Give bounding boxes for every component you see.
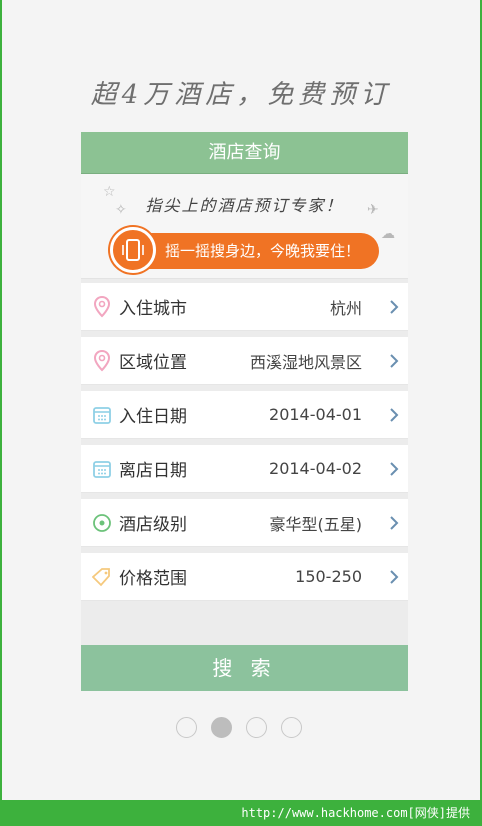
- chevron-right-icon: [380, 299, 408, 315]
- field-row-hotel-level[interactable]: 酒店级别 豪华型(五星): [81, 499, 408, 547]
- calendar-icon: [85, 459, 119, 479]
- tagline: 指尖上的酒店预订专家！: [145, 196, 344, 215]
- field-row-checkout-date[interactable]: 离店日期 2014-04-02: [81, 445, 408, 493]
- field-label: 入住城市: [119, 299, 187, 319]
- cloud-doodle-icon: ☁: [381, 226, 395, 242]
- field-row-area[interactable]: 区域位置 西溪湿地风景区: [81, 337, 408, 385]
- shake-banner: ☆ ✧ ✈ ☁ 指尖上的酒店预订专家！ 摇一摇搜身边，今晚我要住！: [81, 174, 408, 279]
- shake-search-label: 摇一摇搜身边，今晚我要住！: [165, 242, 361, 260]
- chevron-right-icon: [380, 515, 408, 531]
- field-label: 价格范围: [119, 569, 187, 589]
- field-value: 2014-04-01: [269, 405, 362, 424]
- field-row-price-range[interactable]: 价格范围 150-250: [81, 553, 408, 601]
- field-row-checkin-date[interactable]: 入住日期 2014-04-01: [81, 391, 408, 439]
- location-pin-icon: [85, 349, 119, 372]
- chevron-right-icon: [380, 569, 408, 585]
- field-value: 西溪湿地风景区: [249, 352, 362, 372]
- page-indicator: [176, 717, 302, 738]
- field-value: 豪华型(五星): [269, 514, 363, 534]
- field-value: 杭州: [329, 298, 362, 318]
- chevron-right-icon: [380, 353, 408, 369]
- watermark-footer: http://www.hackhome.com[网侠]提供: [0, 800, 482, 826]
- calendar-icon: [85, 405, 119, 425]
- hotel-search-card: 酒店查询 ☆ ✧ ✈ ☁ 指尖上的酒店预订专家！ 摇一摇搜身边，今晚我要住！ 入…: [81, 132, 408, 690]
- field-label: 离店日期: [119, 461, 187, 481]
- chevron-right-icon: [380, 407, 408, 423]
- page-dot[interactable]: [281, 717, 302, 738]
- field-value: 150-250: [295, 567, 362, 586]
- price-tag-icon: [85, 567, 119, 587]
- chevron-right-icon: [380, 461, 408, 477]
- page-dot-active[interactable]: [211, 717, 232, 738]
- search-button[interactable]: 搜 索: [81, 645, 408, 691]
- field-label: 酒店级别: [119, 515, 187, 535]
- card-header-title: 酒店查询: [81, 132, 408, 174]
- phone-shake-icon[interactable]: [110, 227, 156, 273]
- star-circle-icon: [85, 513, 119, 533]
- page-dot[interactable]: [246, 717, 267, 738]
- slogan: 超4万酒店，免费预订: [90, 80, 392, 110]
- field-row-city[interactable]: 入住城市 杭州: [81, 283, 408, 331]
- page-dot[interactable]: [176, 717, 197, 738]
- location-pin-icon: [85, 295, 119, 318]
- field-label: 区域位置: [119, 353, 187, 373]
- field-label: 入住日期: [119, 407, 187, 427]
- field-value: 2014-04-02: [269, 459, 362, 478]
